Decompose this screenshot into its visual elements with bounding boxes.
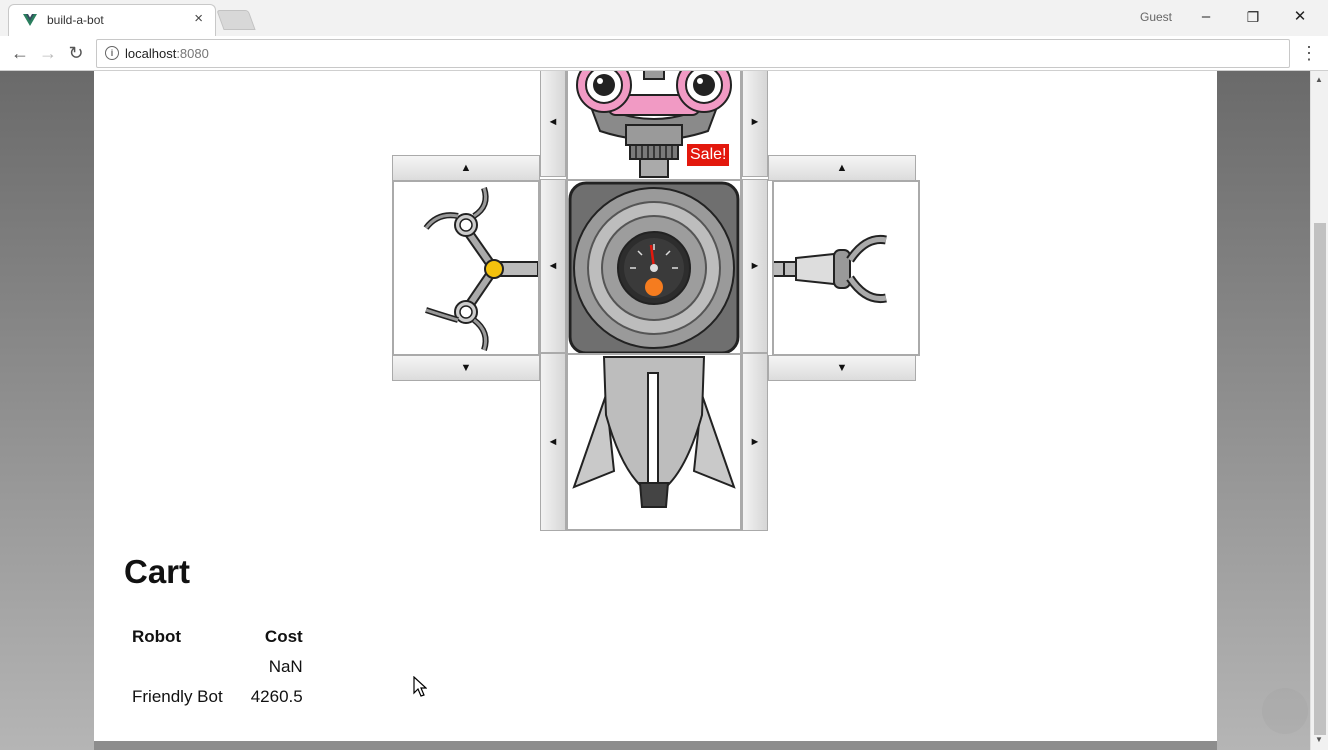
back-button[interactable]: ← — [8, 41, 32, 65]
torso-next-button[interactable]: ► — [742, 179, 768, 353]
scroll-up-icon[interactable]: ▲ — [1315, 75, 1323, 84]
page-content: Sale! ◄ ► ▲ ▼ ◄ ► ▲ ▼ ◄ ► Cart Robot Cos… — [94, 71, 1217, 741]
base-prev-button[interactable]: ◄ — [540, 353, 566, 531]
video-watermark-icon — [1262, 688, 1308, 734]
sale-badge: Sale! — [686, 143, 731, 167]
cart-table: Robot Cost NaN Friendly Bot 4260.5 — [124, 617, 311, 717]
robot-torso-image — [568, 181, 740, 355]
url-host: localhost — [125, 46, 177, 61]
reload-button[interactable]: ↻ — [64, 41, 88, 65]
robot-base-image — [572, 356, 736, 508]
right-arm-prev-button[interactable]: ▲ — [768, 155, 916, 181]
head-part-box: Sale! — [566, 71, 742, 181]
page-scrollbar[interactable]: ▲ ▼ — [1310, 71, 1328, 750]
address-bar[interactable]: i localhost:8080 — [96, 39, 1290, 68]
url-port: :8080 — [176, 46, 209, 61]
cart-header-row: Robot Cost — [132, 627, 303, 647]
left-arm-prev-button[interactable]: ▲ — [392, 155, 540, 181]
browser-toolbar: ← → ↻ i localhost:8080 ⋮ — [0, 36, 1328, 71]
base-next-button[interactable]: ► — [742, 353, 768, 531]
scroll-down-icon[interactable]: ▼ — [1315, 735, 1323, 744]
info-icon[interactable]: i — [105, 46, 119, 60]
close-window-button[interactable]: ✕ — [1284, 6, 1316, 28]
page-viewport: Sale! ◄ ► ▲ ▼ ◄ ► ▲ ▼ ◄ ► Cart Robot Cos… — [0, 71, 1310, 750]
scroll-thumb[interactable] — [1314, 223, 1326, 735]
cart-row: NaN — [132, 657, 303, 677]
browser-tab-strip: build-a-bot × Guest – ❐ ✕ — [0, 0, 1328, 37]
robot-left-arm-image — [423, 187, 538, 351]
cost-column-header: Cost — [264, 627, 303, 646]
tab-close-icon[interactable]: × — [194, 10, 203, 27]
vue-logo-icon — [23, 14, 37, 26]
url-text: localhost:8080 — [125, 46, 209, 61]
browser-menu-icon[interactable]: ⋮ — [1300, 41, 1318, 65]
forward-button[interactable]: → — [36, 41, 60, 65]
tab-title: build-a-bot — [47, 13, 104, 27]
new-tab-button[interactable] — [216, 10, 256, 30]
torso-prev-button[interactable]: ◄ — [540, 179, 566, 353]
torso-part-box — [566, 179, 742, 357]
cart-robot-cost: NaN — [268, 657, 303, 676]
head-next-button[interactable]: ► — [742, 71, 768, 177]
cart-heading: Cart — [124, 553, 191, 590]
cart-robot-name: Friendly Bot — [132, 687, 223, 706]
cart-row: Friendly Bot 4260.5 — [132, 687, 303, 707]
restore-button[interactable]: ❐ — [1237, 6, 1269, 28]
robot-right-arm-image — [774, 234, 887, 304]
right-arm-next-button[interactable]: ▼ — [768, 355, 916, 381]
minimize-button[interactable]: – — [1190, 6, 1222, 28]
browser-tab[interactable]: build-a-bot × — [8, 4, 216, 37]
base-part-box — [566, 353, 742, 531]
cart-robot-name — [132, 657, 243, 677]
robot-column-header: Robot — [132, 627, 182, 646]
right-arm-part-box — [772, 180, 920, 356]
left-arm-part-box — [392, 180, 540, 356]
cart-robot-cost: 4260.5 — [250, 687, 303, 706]
left-arm-next-button[interactable]: ▼ — [392, 355, 540, 381]
profile-button[interactable]: Guest — [1140, 10, 1172, 24]
head-prev-button[interactable]: ◄ — [540, 71, 566, 177]
mouse-cursor-icon — [413, 676, 427, 697]
